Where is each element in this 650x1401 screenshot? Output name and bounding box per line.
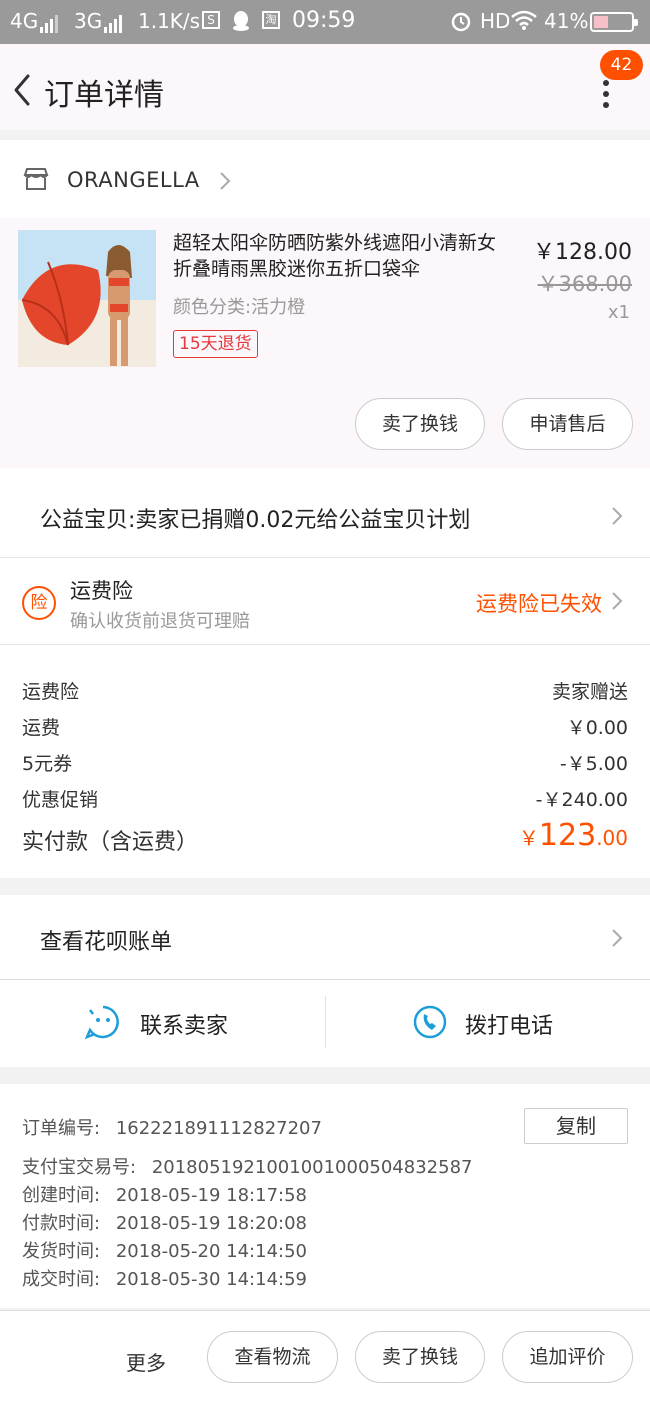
product-price: ￥128.00 — [533, 240, 632, 265]
total-decimal: .00 — [596, 826, 628, 850]
shop-name[interactable]: ORANGELLA — [67, 168, 200, 192]
chevron-right-icon[interactable] — [610, 505, 624, 527]
order-number-label: 订单编号: — [22, 1118, 101, 1139]
wifi-icon — [510, 9, 538, 36]
total-currency: ￥ — [518, 826, 539, 850]
fee-value: 卖家赠送 — [551, 681, 628, 703]
huabei-bill-link[interactable]: 查看花呗账单 — [40, 924, 172, 956]
chevron-right-icon[interactable] — [610, 590, 624, 612]
call-phone-button[interactable]: 拨打电话 — [326, 980, 650, 1066]
order-number: 162221891112827207 — [115, 1118, 322, 1139]
battery-percent: 41% — [544, 9, 589, 33]
shipped-time-label: 发货时间: — [22, 1241, 101, 1262]
divider — [0, 644, 650, 645]
back-arrow-icon[interactable] — [10, 70, 36, 110]
more-menu-icon[interactable] — [596, 80, 616, 112]
paid-time: 2018-05-19 18:20:08 — [115, 1213, 307, 1234]
charity-text[interactable]: 公益宝贝:卖家已捐赠0.02元给公益宝贝计划 — [40, 502, 470, 534]
paid-time-label: 付款时间: — [22, 1213, 101, 1234]
fee-row: 优惠促销 -￥240.00 — [22, 785, 628, 812]
signal-icon — [38, 14, 58, 38]
apply-aftersale-button[interactable]: 申请售后 — [502, 398, 633, 450]
product-original-price: ￥368.00 — [537, 272, 632, 296]
contact-seller-label: 联系卖家 — [140, 1014, 229, 1039]
total-row: 实付款（含运费） ￥123.00 — [22, 818, 628, 856]
total-integer: 123 — [538, 818, 597, 853]
copy-button[interactable]: 复制 — [524, 1108, 628, 1144]
fee-label: 优惠促销 — [22, 789, 99, 811]
fee-row: 运费险 卖家赠送 — [22, 677, 628, 704]
fee-label: 5元券 — [22, 753, 73, 775]
network-3g-label: 3G — [74, 9, 103, 33]
add-review-button[interactable]: 追加评价 — [502, 1331, 633, 1383]
order-info-card: 订单编号: 162221891112827207 复制 支付宝交易号: 2018… — [0, 1084, 650, 1308]
sell-for-cash-button[interactable]: 卖了换钱 — [355, 1331, 485, 1383]
product-sku: 颜色分类:活力橙 — [173, 297, 306, 318]
qq-icon — [232, 10, 250, 37]
total-amount: ￥123.00 — [519, 818, 628, 853]
order-number-row: 订单编号: 162221891112827207 — [22, 1114, 322, 1140]
return-policy-tag: 15天退货 — [173, 330, 258, 358]
shipped-time: 2018-05-20 14:14:50 — [115, 1241, 307, 1262]
network-4g-label: 4G — [10, 9, 39, 33]
order-item-card: ORANGELLA 超轻太阳伞防晒防紫外线遮阳小清新女折叠晴雨黑胶迷你五折口袋伞… — [0, 140, 650, 468]
contact-card: 查看花呗账单 联系卖家 拨打电话 — [0, 895, 650, 1067]
product-title[interactable]: 超轻太阳伞防晒防紫外线遮阳小清新女折叠晴雨黑胶迷你五折口袋伞 — [173, 230, 513, 282]
fee-value: -￥5.00 — [559, 753, 628, 775]
fee-row: 5元券 -￥5.00 — [22, 749, 628, 776]
view-logistics-button[interactable]: 查看物流 — [207, 1331, 338, 1383]
hd-label: HD — [480, 9, 511, 33]
alipay-number: 2018051921001001000504832587 — [151, 1157, 473, 1178]
insurance-subtitle: 确认收货前退货可理赔 — [70, 611, 250, 632]
completed-time: 2018-05-30 14:14:59 — [115, 1269, 307, 1290]
fee-value: ￥0.00 — [566, 717, 628, 739]
created-time-row: 创建时间: 2018-05-19 18:17:58 — [22, 1181, 307, 1207]
fee-value: -￥240.00 — [535, 789, 628, 811]
sell-for-cash-button[interactable]: 卖了换钱 — [355, 398, 485, 450]
product-quantity: x1 — [607, 302, 630, 323]
product-image[interactable] — [18, 230, 156, 367]
insurance-status[interactable]: 运费险已失效 — [476, 588, 602, 618]
insurance-icon: 险 — [22, 586, 56, 620]
fee-label: 运费 — [22, 717, 61, 739]
completed-time-label: 成交时间: — [22, 1269, 101, 1290]
chevron-right-icon[interactable] — [610, 927, 624, 949]
fee-label: 运费险 — [22, 681, 80, 703]
page-title: 订单详情 — [44, 78, 164, 113]
battery-icon — [590, 12, 638, 32]
product-row[interactable]: 超轻太阳伞防晒防紫外线遮阳小清新女折叠晴雨黑胶迷你五折口袋伞 颜色分类:活力橙 … — [0, 218, 650, 468]
taobao-icon: 淘 — [262, 11, 280, 29]
clock-time: 09:59 — [292, 8, 356, 33]
chat-face-icon — [85, 1005, 119, 1040]
chevron-right-icon[interactable] — [218, 170, 232, 192]
shop-icon — [23, 168, 49, 190]
status-bar: 4G 3G 1.1K/s S 淘 09:59 HD 41% — [0, 0, 650, 44]
total-label: 实付款（含运费） — [22, 830, 199, 855]
alipay-number-row: 支付宝交易号: 2018051921001001000504832587 — [22, 1153, 472, 1179]
call-phone-label: 拨打电话 — [465, 1014, 554, 1039]
nav-header: 订单详情 — [0, 44, 650, 130]
insurance-title: 运费险 — [70, 579, 133, 603]
completed-time-row: 成交时间: 2018-05-30 14:14:59 — [22, 1265, 307, 1291]
alipay-number-label: 支付宝交易号: — [22, 1157, 137, 1178]
order-detail-card: 公益宝贝:卖家已捐赠0.02元给公益宝贝计划 险 运费险 确认收货前退货可理赔 … — [0, 468, 650, 878]
s-app-icon: S — [202, 11, 220, 29]
paid-time-row: 付款时间: 2018-05-19 18:20:08 — [22, 1209, 307, 1235]
net-speed: 1.1K/s — [138, 9, 201, 33]
alarm-icon — [450, 10, 472, 37]
created-time: 2018-05-19 18:17:58 — [115, 1185, 307, 1206]
created-time-label: 创建时间: — [22, 1185, 101, 1206]
more-actions-link[interactable]: 更多 — [126, 1347, 166, 1376]
message-count-badge[interactable]: 42 — [600, 50, 643, 80]
phone-icon — [413, 1005, 447, 1039]
divider — [0, 557, 650, 558]
fee-row: 运费 ￥0.00 — [22, 713, 628, 740]
signal-icon — [102, 14, 122, 38]
shipped-time-row: 发货时间: 2018-05-20 14:14:50 — [22, 1237, 307, 1263]
bottom-action-bar: 更多 查看物流 卖了换钱 追加评价 — [0, 1310, 650, 1401]
contact-seller-button[interactable]: 联系卖家 — [0, 980, 325, 1066]
